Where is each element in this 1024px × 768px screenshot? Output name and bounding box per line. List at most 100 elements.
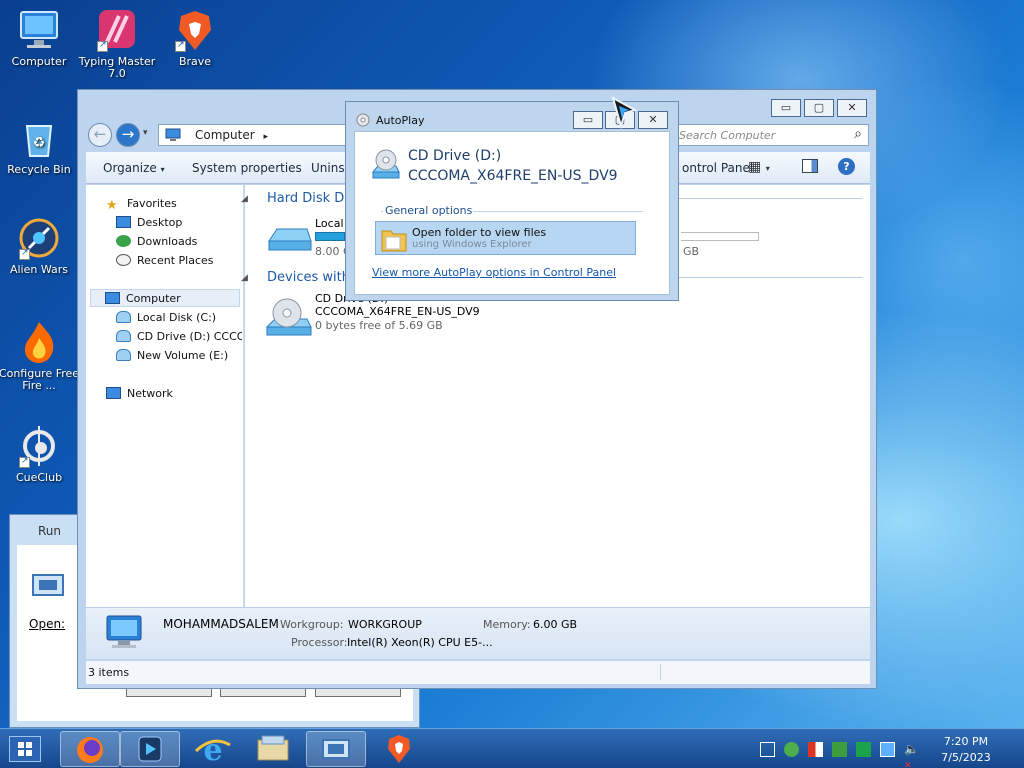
tray-network-icon[interactable] <box>880 742 895 757</box>
general-options-header-text: General options <box>385 204 473 217</box>
status-divider <box>660 664 661 680</box>
tray-flag-icon[interactable] <box>856 742 871 757</box>
desktop-icon-computer[interactable]: Computer <box>0 8 81 68</box>
autoplay-close-button[interactable]: ✕ <box>638 111 668 129</box>
alien-wars-icon <box>17 216 61 260</box>
computer-icon <box>105 292 120 304</box>
taskbar-internet-explorer[interactable]: e <box>184 731 244 768</box>
autoplay-drive-label: CCCOMA_X64FRE_EN-US_DV9 <box>408 168 618 184</box>
clock[interactable]: 7:20 PM 7/5/2023 <box>936 734 996 766</box>
desktop-icon-brave[interactable]: Brave <box>153 8 237 68</box>
svg-text:♻: ♻ <box>33 135 46 151</box>
run-icon <box>31 571 65 600</box>
workgroup-label: Workgroup: <box>280 618 344 631</box>
uninstall-button[interactable]: Uninst <box>311 161 349 175</box>
run-icon <box>322 739 350 759</box>
drive-icon <box>116 349 131 361</box>
brave-icon <box>388 735 410 763</box>
status-bar: 3 items <box>86 660 870 684</box>
nav-cd-drive[interactable]: CD Drive (D:) CCCOMA_X64FRE_EN-US_DV9 <box>116 328 242 346</box>
view-options-icon[interactable]: ▦ ▾ <box>748 159 770 175</box>
desktop-icon-label: Configure Free Fire ... <box>0 367 80 392</box>
taskbar-firefox[interactable] <box>60 731 120 767</box>
desktop-icon-label: CueClub <box>15 471 63 484</box>
breadcrumb-computer[interactable]: Computer <box>195 128 255 142</box>
media-player-icon <box>138 736 162 762</box>
desktop-icon-label: Typing Master 7.0 <box>78 55 156 80</box>
autoplay-minimize-button[interactable]: ▭ <box>573 111 603 129</box>
preview-pane-icon[interactable] <box>802 159 818 173</box>
tray-network-share-icon[interactable] <box>832 742 847 757</box>
recycle-bin-icon: ♻ <box>17 116 61 160</box>
processor-label: Processor: <box>291 636 348 649</box>
star-icon: ★ <box>106 198 118 213</box>
help-icon[interactable]: ? <box>838 158 855 175</box>
nav-new-volume[interactable]: New Volume (E:) <box>116 347 242 365</box>
taskbar-media-player[interactable] <box>120 731 180 767</box>
taskbar-run[interactable] <box>306 731 366 767</box>
nav-favorites[interactable]: ★ Favorites <box>106 195 177 213</box>
control-panel-button[interactable]: ontrol Panel <box>682 161 753 175</box>
more-autoplay-options-link[interactable]: View more AutoPlay options in Control Pa… <box>372 266 616 279</box>
cd-drive-icon <box>371 148 401 185</box>
internet-explorer-icon: e <box>194 733 231 768</box>
desktop-icon-label: Brave <box>178 55 212 68</box>
tray-show-desktop-icon[interactable] <box>760 742 775 757</box>
downloads-icon <box>116 235 131 247</box>
local-disk-usage-bar <box>315 232 345 241</box>
group-header-hard-disk[interactable]: Hard Disk Dri <box>267 191 353 206</box>
open-folder-option[interactable]: Open folder to view files using Windows … <box>375 221 636 255</box>
desktop-icon-recycle-bin[interactable]: ♻ Recycle Bin <box>0 116 81 176</box>
nav-downloads[interactable]: Downloads <box>116 233 197 251</box>
tray-utorrent-icon[interactable] <box>784 742 799 757</box>
system-properties-button[interactable]: System properties <box>192 161 302 175</box>
desktop-icon-typing-master[interactable]: Typing Master 7.0 <box>75 8 159 80</box>
local-disk-usage-bar-right <box>681 232 759 241</box>
hard-drive-icon <box>265 223 313 256</box>
desktop-icon <box>116 216 131 228</box>
desktop-icon-label: Recycle Bin <box>7 163 71 176</box>
close-button[interactable]: ✕ <box>837 99 867 117</box>
recent-pages-dropdown-icon[interactable]: ▾ <box>143 128 148 138</box>
nav-desktop[interactable]: Desktop <box>116 214 182 232</box>
tray-shield-icon[interactable] <box>808 742 823 757</box>
clock-time: 7:20 PM <box>943 735 989 748</box>
navigation-pane: ★ Favorites Desktop Downloads Recent Plac… <box>86 185 244 607</box>
nav-computer[interactable]: Computer <box>90 289 240 307</box>
search-input[interactable]: Search Computer ⌕ <box>668 124 869 146</box>
maximize-button[interactable]: ▢ <box>804 99 834 117</box>
run-open-label: Open: <box>29 617 66 631</box>
autoplay-dialog[interactable]: AutoPlay ▭ ▢ ✕ CD Drive (D:) CCCOMA_X64F… <box>345 95 679 301</box>
start-button[interactable] <box>9 736 41 762</box>
firefox-icon <box>77 737 103 763</box>
organize-button[interactable]: Organize ▾ <box>103 161 165 175</box>
tray-volume-muted-icon[interactable]: 🔈✕ <box>904 742 919 768</box>
breadcrumb-chevron-icon[interactable]: ▸ <box>263 132 268 142</box>
search-icon[interactable]: ⌕ <box>854 126 862 142</box>
group-collapse-icon[interactable]: ◢ <box>241 273 248 283</box>
taskbar-brave[interactable] <box>370 731 430 767</box>
nav-network[interactable]: Network <box>106 385 173 403</box>
nav-recent-places[interactable]: Recent Places <box>116 252 214 270</box>
typing-master-icon <box>95 8 139 52</box>
forward-button[interactable]: → <box>116 123 140 147</box>
cd-drive-item[interactable]: CD Drive (D:) CCCOMA_X64FRE_EN-US_DV9 0 … <box>261 292 561 344</box>
memory-label: Memory: <box>483 618 531 631</box>
item-count: 3 items <box>88 666 130 679</box>
minimize-button[interactable]: ▭ <box>771 99 801 117</box>
desktop-icon-cueclub[interactable]: CueClub <box>0 424 81 484</box>
computer-name: MOHAMMADSALEM <box>163 617 279 631</box>
taskbar-file-explorer[interactable] <box>244 731 304 767</box>
autoplay-drive-name: CD Drive (D:) <box>408 148 502 164</box>
folder-icon <box>380 225 408 256</box>
desktop-icon-alien-wars[interactable]: Alien Wars <box>0 216 81 276</box>
group-collapse-icon[interactable]: ◢ <box>241 194 248 204</box>
windows-logo-icon <box>18 742 32 756</box>
back-button[interactable]: ← <box>88 123 112 147</box>
group-divider <box>677 277 862 278</box>
nav-local-disk[interactable]: Local Disk (C:) <box>116 309 242 327</box>
desktop-icon-configure-free-fire[interactable]: Configure Free Fire ... <box>0 320 81 392</box>
details-pane: MOHAMMADSALEM Workgroup: WORKGROUP Memor… <box>86 607 870 659</box>
svg-text:e: e <box>203 733 222 765</box>
cd-drive-icon <box>265 297 313 344</box>
